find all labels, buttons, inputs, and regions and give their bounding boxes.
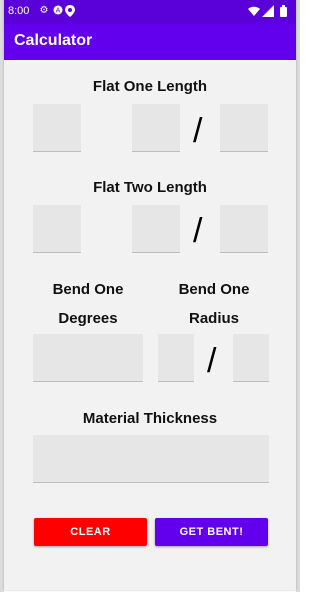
flat-two-fraction-slash: /: [193, 212, 203, 250]
flat-two-denominator-input[interactable]: [220, 205, 268, 253]
wifi-icon: [248, 5, 260, 17]
flat-one-fraction-slash: /: [193, 112, 203, 150]
bend-one-radius-label-line1: Bend One: [178, 281, 250, 298]
bend-one-radius-numerator-input[interactable]: [158, 334, 194, 382]
bend-one-radius-denominator-input[interactable]: [233, 334, 269, 382]
background-edge-right: [296, 0, 300, 592]
get-bent-button[interactable]: GET BENT!: [155, 518, 268, 546]
flat-two-length-label: Flat Two Length: [93, 179, 207, 196]
battery-icon: [277, 5, 289, 17]
material-thickness-label: Material Thickness: [82, 410, 218, 427]
material-thickness-input[interactable]: [33, 435, 269, 483]
clear-button[interactable]: CLEAR: [34, 518, 147, 546]
flat-one-length-label: Flat One Length: [92, 78, 208, 95]
app-title: Calculator: [14, 32, 93, 49]
settings-gear-icon: ⚙: [39, 5, 49, 16]
status-bar: 8:00 ⚙ A: [4, 0, 296, 24]
location-pin-icon: [64, 5, 76, 17]
flat-one-numerator-input[interactable]: [132, 104, 180, 152]
status-time: 8:00: [8, 5, 30, 17]
bend-one-radius-fraction-slash: /: [207, 342, 217, 380]
flat-one-whole-input[interactable]: [33, 104, 81, 152]
app-bar: Calculator: [4, 24, 296, 60]
android-icon: A: [52, 5, 64, 17]
flat-two-numerator-input[interactable]: [132, 205, 180, 253]
bend-one-radius-label-line2: Radius: [188, 310, 239, 327]
bend-one-degrees-label-line1: Bend One: [52, 281, 124, 298]
bend-one-degrees-label-line2: Degrees: [58, 310, 118, 327]
bend-one-degrees-input[interactable]: [33, 334, 143, 382]
flat-two-whole-input[interactable]: [33, 205, 81, 253]
signal-icon: [262, 5, 274, 17]
flat-one-denominator-input[interactable]: [220, 104, 268, 152]
svg-text:A: A: [56, 8, 61, 15]
app-window: 8:00 ⚙ A Calculator Flat One Length / Fl…: [4, 0, 296, 590]
